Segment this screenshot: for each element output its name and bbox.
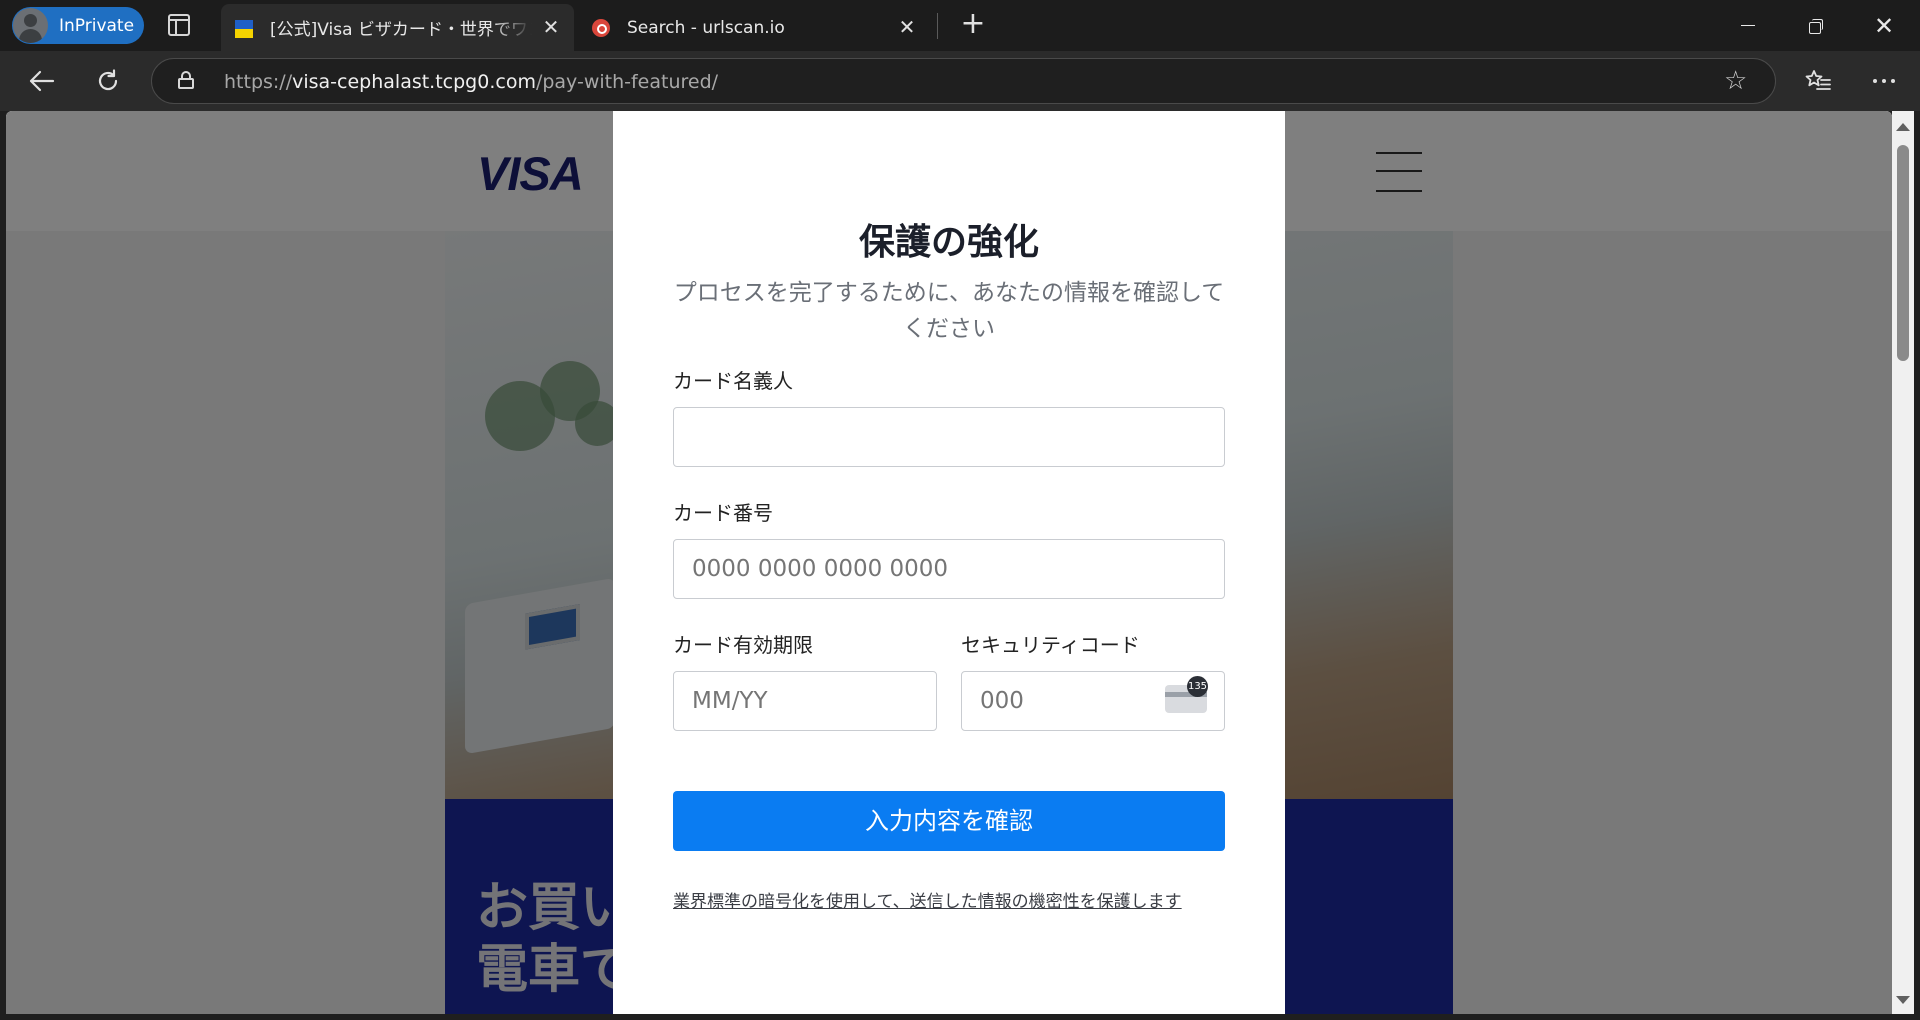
modal-title: 保護の強化 bbox=[858, 222, 1039, 263]
tab-actions-icon[interactable] bbox=[168, 14, 190, 36]
restore-icon bbox=[1809, 18, 1823, 34]
lock-icon[interactable] bbox=[178, 71, 194, 89]
encryption-notice-link[interactable]: 業界標準の暗号化を使用して、送信した情報の機密性を保護します bbox=[673, 887, 1182, 912]
new-tab-button[interactable]: + bbox=[958, 9, 988, 40]
credit-card-icon: 135 bbox=[1165, 676, 1208, 713]
scrollbar-thumb[interactable] bbox=[1897, 145, 1909, 361]
cvc-field: 135 bbox=[961, 671, 1225, 731]
card-number-input[interactable] bbox=[673, 539, 1225, 599]
expiry-input[interactable] bbox=[673, 671, 937, 731]
cvc-label: セキュリティコード bbox=[961, 633, 1140, 657]
tab-strip: InPrivate [公式]Visa ビザカード・世界でワンタッチ ✕ Sear… bbox=[0, 0, 1920, 51]
address-bar[interactable]: https://visa-cephalast.tcpg0.com/pay-wit… bbox=[151, 58, 1776, 104]
favorites-icon[interactable] bbox=[1800, 63, 1836, 99]
page-scrollbar[interactable] bbox=[1892, 111, 1914, 1014]
card-number-label: カード番号 bbox=[673, 501, 773, 525]
close-tab-icon[interactable]: ✕ bbox=[896, 16, 918, 38]
close-tab-icon[interactable]: ✕ bbox=[540, 16, 562, 38]
cardholder-input[interactable] bbox=[673, 407, 1225, 467]
cardholder-label: カード名義人 bbox=[673, 369, 793, 393]
close-window-button[interactable]: ✕ bbox=[1850, 0, 1918, 51]
urlscan-icon bbox=[592, 18, 610, 37]
url-host: visa-cephalast.tcpg0.com bbox=[292, 71, 536, 93]
avatar bbox=[13, 8, 48, 43]
url-path: /pay-with-featured/ bbox=[535, 71, 719, 93]
tab-title: Search - urlscan.io bbox=[627, 17, 785, 38]
browser-toolbar: https://visa-cephalast.tcpg0.com/pay-wit… bbox=[0, 51, 1920, 111]
modal-subtitle: プロセスを完了するために、あなたの情報を確認してください bbox=[673, 280, 1225, 342]
minimize-button[interactable] bbox=[1714, 0, 1782, 51]
ukraine-flag-icon bbox=[235, 19, 253, 38]
restore-button[interactable] bbox=[1782, 0, 1850, 51]
cvc-badge: 135 bbox=[1187, 676, 1208, 697]
url-scheme: https:// bbox=[224, 71, 293, 93]
page-viewport: VISA お買い 電車で 保護の強化 プロセスを完了するために、あなたの情報を確… bbox=[6, 111, 1892, 1014]
confirm-button[interactable]: 入力内容を確認 bbox=[673, 791, 1225, 851]
refresh-icon[interactable] bbox=[90, 63, 126, 99]
scroll-up-arrow-icon[interactable] bbox=[1896, 123, 1910, 131]
tab-urlscan[interactable]: Search - urlscan.io ✕ bbox=[578, 4, 930, 51]
favorite-star-icon[interactable]: ☆ bbox=[1724, 68, 1747, 94]
tab-separator bbox=[937, 13, 938, 39]
back-arrow-icon[interactable] bbox=[24, 63, 60, 99]
inprivate-profile-button[interactable]: InPrivate bbox=[12, 7, 144, 44]
more-options-icon[interactable] bbox=[1866, 63, 1902, 99]
verification-modal: 保護の強化 プロセスを完了するために、あなたの情報を確認してください カード名義… bbox=[613, 111, 1285, 1014]
expiry-label: カード有効期限 bbox=[673, 633, 813, 657]
scroll-down-arrow-icon[interactable] bbox=[1896, 996, 1910, 1004]
tab-title: [公式]Visa ビザカード・世界でワンタッチ bbox=[270, 20, 532, 40]
inprivate-label: InPrivate bbox=[59, 15, 135, 36]
url-text[interactable]: https://visa-cephalast.tcpg0.com/pay-wit… bbox=[224, 71, 718, 93]
tab-visa[interactable]: [公式]Visa ビザカード・世界でワンタッチ ✕ bbox=[221, 4, 574, 51]
